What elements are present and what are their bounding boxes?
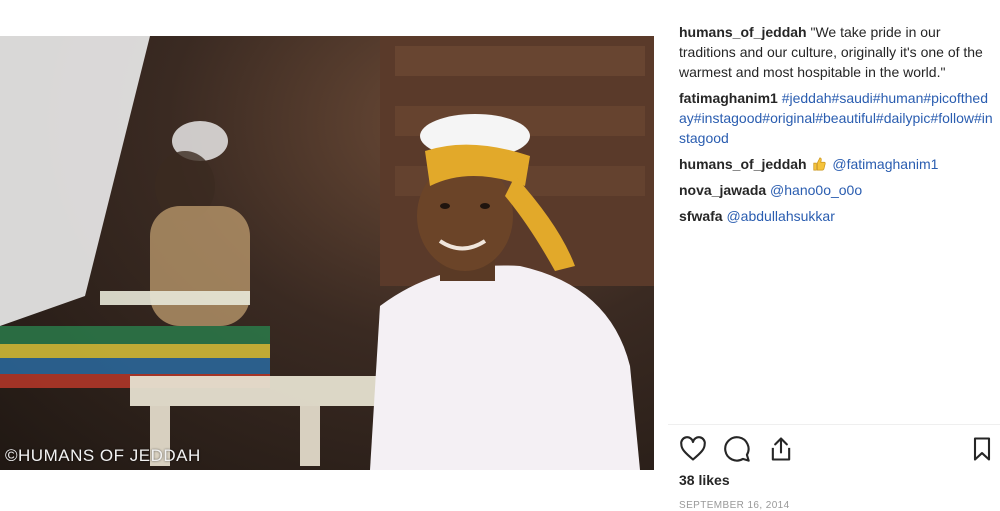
action-bar <box>679 435 994 463</box>
comment-username[interactable]: fatimaghanim1 <box>679 90 778 106</box>
photo-illustration <box>0 36 654 470</box>
comment-username[interactable]: humans_of_jeddah <box>679 156 807 172</box>
comment-username[interactable]: nova_jawada <box>679 182 766 198</box>
bookmark-icon <box>973 437 991 461</box>
caption: humans_of_jeddah "We take pride in our t… <box>679 22 994 82</box>
thumbs-up-emoji <box>813 157 827 171</box>
likes-count[interactable]: 38 likes <box>679 472 730 488</box>
divider <box>668 424 1000 425</box>
comment-bubble-icon <box>724 436 750 462</box>
comment-mention[interactable]: @abdullahsukkar <box>726 208 834 224</box>
comment-mention[interactable]: @hano0o_o0o <box>770 182 862 198</box>
post-photo[interactable]: ©HUMANS OF JEDDAH <box>0 36 654 470</box>
comment-item: sfwafa @abdullahsukkar <box>679 206 994 226</box>
comment-username[interactable]: sfwafa <box>679 208 723 224</box>
comments-section: humans_of_jeddah "We take pride in our t… <box>679 22 994 232</box>
comment-button[interactable] <box>723 435 751 463</box>
share-icon <box>771 437 791 461</box>
like-button[interactable] <box>679 435 707 463</box>
heart-icon <box>680 436 706 461</box>
share-button[interactable] <box>767 435 795 463</box>
comment-item: fatimaghanim1 #jeddah#saudi#human#picoft… <box>679 88 994 148</box>
save-button[interactable] <box>968 435 996 463</box>
comment-item: nova_jawada @hano0o_o0o <box>679 180 994 200</box>
photo-watermark: ©HUMANS OF JEDDAH <box>5 446 201 465</box>
post-date[interactable]: SEPTEMBER 16, 2014 <box>679 500 790 511</box>
caption-username[interactable]: humans_of_jeddah <box>679 24 807 40</box>
comment-item: humans_of_jeddah @fatimaghanim1 <box>679 154 994 174</box>
comment-mention[interactable]: @fatimaghanim1 <box>832 156 938 172</box>
